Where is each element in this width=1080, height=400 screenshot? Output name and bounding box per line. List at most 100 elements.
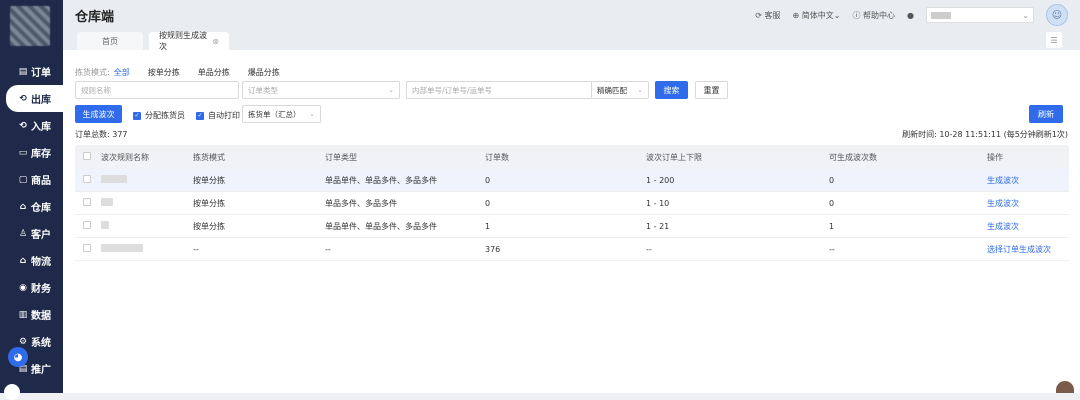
logistics-icon: ⌂ xyxy=(19,255,27,266)
col-order-type: 订单类型 xyxy=(325,152,357,162)
row-checkbox[interactable] xyxy=(75,198,101,208)
user-name-blurred xyxy=(931,11,951,19)
table-row[interactable]: -- -- 376 -- -- 选择订单生成波次 xyxy=(75,238,1069,261)
order-total: 订单总数: 377 xyxy=(75,130,128,139)
chevron-down-icon: ⌄ xyxy=(309,110,315,118)
tab-wave-rules[interactable]: 按规则生成波次 ⊗ xyxy=(149,31,229,51)
support-avatar-icon[interactable] xyxy=(1056,381,1074,393)
auto-print-option[interactable]: ✓ 自动打印 xyxy=(196,110,240,121)
generate-wave-link[interactable]: 生成波次 xyxy=(987,198,1069,209)
order-type-select[interactable]: 订单类型 ⌄ xyxy=(242,81,400,99)
user-select[interactable]: ⌄ xyxy=(926,7,1034,23)
col-actions: 操作 xyxy=(987,152,1003,162)
system-icon: ⚙ xyxy=(18,336,28,347)
assign-picker-option[interactable]: ✓ 分配拣货员 xyxy=(133,110,185,121)
pick-mode: 按单分拣 xyxy=(193,175,225,185)
rule-name-blurred xyxy=(101,175,193,185)
assistant-bubble-icon[interactable] xyxy=(4,384,20,400)
gen-count: 0 xyxy=(829,198,835,208)
tab-menu-icon[interactable]: ☰ xyxy=(1046,32,1062,48)
rule-name-input[interactable]: 规则名称 xyxy=(75,81,239,99)
pick-mode: 按单分拣 xyxy=(193,198,225,208)
row-checkbox[interactable] xyxy=(75,221,101,231)
order-count: 1 xyxy=(485,221,491,231)
search-button[interactable]: 搜索 xyxy=(655,81,688,99)
data-icon: ▥ xyxy=(18,309,28,320)
topbar: 仓库端 ⟳ 客服 ⊕ 简体中文⌄ ⓘ 帮助中心 ● ⌄ ☺ xyxy=(63,0,1080,30)
match-mode-select[interactable]: 精确匹配 ⌄ xyxy=(591,81,649,99)
order-count: 376 xyxy=(485,244,501,254)
assistant-bot-icon[interactable]: ◕ xyxy=(8,347,28,367)
mode-single-pick[interactable]: 单品分拣 xyxy=(198,67,230,78)
sidebar-item-label: 数据 xyxy=(31,311,51,322)
checkbox-icon xyxy=(83,244,91,252)
pick-mode: 按单分拣 xyxy=(193,221,225,231)
chevron-down-icon: ⌄ xyxy=(637,86,643,94)
sidebar-item-warehouse[interactable]: ⌂ 仓库 xyxy=(0,193,63,220)
topbar-actions: ⟳ 客服 ⊕ 简体中文⌄ ⓘ 帮助中心 ● ⌄ ☺ xyxy=(755,0,1068,30)
table-row[interactable]: 按单分拣 单品单件、单品多件、多品多件 1 1 - 21 1 生成波次 xyxy=(75,215,1069,238)
customer-icon: ♙ xyxy=(18,228,28,239)
sidebar-item-logistics[interactable]: ⌂ 物流 xyxy=(0,247,63,274)
chevron-down-icon: ⌄ xyxy=(388,86,394,94)
main-content: 拣货模式: 全部 按单分拣 单品分拣 爆品分拣 规则名称 订单类型 ⌄ 内部单号/… xyxy=(63,50,1080,393)
headset-icon: ⟳ xyxy=(755,10,762,20)
table-row[interactable]: 按单分拣 单品多件、多品多件 0 1 - 10 0 生成波次 xyxy=(75,192,1069,215)
print-option-select[interactable]: 拣货单（汇总） ⌄ xyxy=(242,105,321,123)
close-icon[interactable]: ⊗ xyxy=(212,37,219,46)
row-checkbox[interactable] xyxy=(75,175,101,185)
order-type: 单品多件、多品多件 xyxy=(325,198,397,208)
checkbox-icon xyxy=(83,152,91,160)
goods-icon: ▢ xyxy=(18,174,28,185)
search-placeholder: 内部单号/订单号/运单号 xyxy=(412,85,493,95)
mode-all[interactable]: 全部 xyxy=(114,67,130,78)
outbound-icon: ⟲ xyxy=(19,93,27,104)
tab-home[interactable]: 首页 xyxy=(77,32,143,50)
search-input[interactable]: 内部单号/订单号/运单号 xyxy=(406,81,592,99)
assign-picker-label: 分配拣货员 xyxy=(145,111,185,120)
sidebar-item-label: 系统 xyxy=(31,338,51,349)
wave-rules-table: 波次规则名称 拣货模式 订单类型 订单数 波次订单上下限 可生成波次数 操作 按… xyxy=(75,145,1069,261)
finance-icon: ◉ xyxy=(19,282,27,293)
generate-wave-button[interactable]: 生成波次 xyxy=(75,105,122,123)
generate-wave-link[interactable]: 生成波次 xyxy=(987,221,1069,232)
order-type: 单品单件、单品多件、多品多件 xyxy=(325,221,437,231)
sidebar-item-goods[interactable]: ▢ 商品 xyxy=(0,166,63,193)
table-header: 波次规则名称 拣货模式 订单类型 订单数 波次订单上下限 可生成波次数 操作 xyxy=(75,145,1069,169)
mode-order-pick[interactable]: 按单分拣 xyxy=(148,67,180,78)
select-orders-link[interactable]: 选择订单生成波次 xyxy=(987,244,1069,255)
refresh-button[interactable]: 刷新 xyxy=(1029,105,1063,123)
col-wave-limit: 波次订单上下限 xyxy=(646,152,702,162)
select-all-checkbox[interactable] xyxy=(75,152,101,162)
sidebar-item-order[interactable]: ▤ 订单 xyxy=(0,58,63,85)
reset-button[interactable]: 重置 xyxy=(695,81,728,99)
order-type: 单品单件、单品多件、多品多件 xyxy=(325,175,437,185)
mode-hot-pick[interactable]: 爆品分拣 xyxy=(248,67,280,78)
sidebar-item-finance[interactable]: ◉ 财务 xyxy=(0,274,63,301)
wave-limit: -- xyxy=(646,244,652,254)
sidebar-item-label: 订单 xyxy=(31,68,51,79)
checkbox-icon xyxy=(83,221,91,229)
checkbox-checked-icon[interactable]: ✓ xyxy=(196,111,204,120)
sidebar-item-customer[interactable]: ♙ 客户 xyxy=(0,220,63,247)
service-link[interactable]: ⟳ 客服 xyxy=(755,10,780,21)
sidebar-nav: ▤ 订单 ⟲ 出库 ⟲ 入库 ▭ 库存 ▢ 商品 ⌂ 仓库 ♙ 客户 ⌂ 物流 ◉ 财务 ▥ 数据 … xyxy=(0,58,63,382)
wave-limit: 1 - 21 xyxy=(646,221,670,231)
sidebar-item-stock[interactable]: ▭ 库存 xyxy=(0,139,63,166)
sidebar-item-data[interactable]: ▥ 数据 xyxy=(0,301,63,328)
checkbox-checked-icon[interactable]: ✓ xyxy=(133,111,141,120)
row-checkbox[interactable] xyxy=(75,244,101,254)
bell-icon[interactable]: ● xyxy=(907,11,914,20)
wave-limit: 1 - 10 xyxy=(646,198,670,208)
gen-count: -- xyxy=(829,244,835,254)
sidebar-item-inbound[interactable]: ⟲ 入库 xyxy=(0,112,63,139)
refresh-time: 刷新时间: 10-28 11:51:11 (每5分钟刷新1次) xyxy=(902,130,1068,139)
language-select[interactable]: ⊕ 简体中文⌄ xyxy=(793,10,841,21)
table-row[interactable]: 按单分拣 单品单件、单品多件、多品多件 0 1 - 200 0 生成波次 xyxy=(75,169,1069,192)
service-label: 客服 xyxy=(764,10,781,20)
sidebar-item-outbound[interactable]: ⟲ 出库 xyxy=(6,85,63,112)
generate-wave-link[interactable]: 生成波次 xyxy=(987,175,1069,186)
help-link[interactable]: ⓘ 帮助中心 xyxy=(852,10,895,21)
order-count: 0 xyxy=(485,198,491,208)
avatar[interactable]: ☺ xyxy=(1046,4,1068,26)
